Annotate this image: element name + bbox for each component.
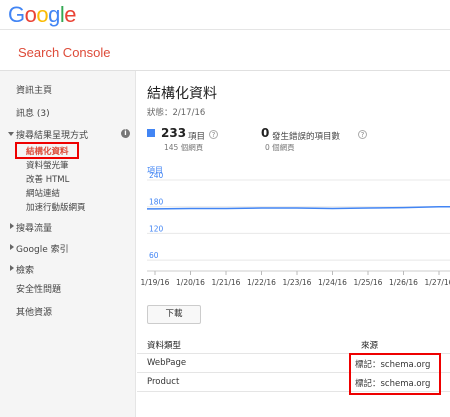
xtick-label: 1/19/16: [141, 278, 170, 287]
ytick-label: 60: [149, 251, 159, 260]
xtick-label: 1/21/16: [212, 278, 241, 287]
collapse-caret-icon[interactable]: [10, 265, 14, 271]
info-icon[interactable]: i: [121, 129, 130, 138]
sidebar-item-crawl[interactable]: 檢索: [16, 263, 34, 276]
help-icon[interactable]: ?: [209, 130, 218, 139]
xtick-label: 1/22/16: [247, 278, 276, 287]
items-count: 233: [161, 126, 187, 140]
sidebar-item-sitelinks[interactable]: 網站連結: [26, 187, 60, 199]
logo-letter: g: [48, 2, 60, 27]
logo-letter: o: [36, 2, 49, 27]
google-logo[interactable]: Google: [8, 2, 77, 28]
sidebar-item-google-index[interactable]: Google 索引: [16, 242, 69, 255]
top-bar: Google: [0, 0, 450, 30]
ytick-label: 240: [149, 171, 164, 180]
sidebar-item-html-improvements[interactable]: 改善 HTML: [26, 173, 69, 185]
sidebar-item-search-appearance[interactable]: 搜尋結果呈現方式: [16, 128, 88, 141]
xtick-label: 1/25/16: [354, 278, 383, 287]
xtick-label: 1/23/16: [283, 278, 312, 287]
items-line-chart: 60 120 180 240 1/19/16 1/20/16 1/21/16 1/22/16 1…: [141, 171, 450, 287]
error-pages: 0 個網頁: [265, 143, 295, 152]
ytick-label: 180: [149, 198, 164, 207]
page-title: 結構化資料: [147, 86, 217, 102]
collapse-caret-icon[interactable]: [10, 244, 14, 250]
sidebar-item-messages[interactable]: 訊息 (3): [16, 106, 50, 119]
series-color-swatch[interactable]: [147, 129, 155, 137]
sidebar-item-data-highlighter[interactable]: 資料螢光筆: [26, 159, 69, 171]
sidebar-item-security-issues[interactable]: 安全性問題: [16, 282, 61, 295]
column-header-source: 來源: [361, 341, 379, 351]
sidebar-item-dashboard[interactable]: 資訊主頁: [16, 83, 52, 96]
xtick-label: 1/24/16: [318, 278, 347, 287]
logo-letter: G: [8, 2, 25, 27]
table-row-type[interactable]: Product: [147, 377, 179, 387]
search-console-title[interactable]: Search Console: [18, 45, 111, 60]
highlight-box: [349, 353, 441, 395]
help-icon[interactable]: ?: [358, 130, 367, 139]
ytick-label: 120: [149, 224, 164, 233]
collapse-caret-icon[interactable]: [10, 223, 14, 229]
sidebar-item-other-resources[interactable]: 其他資源: [16, 305, 52, 318]
product-bar: Search Console: [0, 30, 450, 71]
table-row-type[interactable]: WebPage: [147, 358, 186, 368]
highlight-box: [15, 142, 79, 159]
main-content: 結構化資料 狀態：2/17/16 233 項目 ? 145 個網頁 0 發生錯誤…: [137, 71, 450, 417]
column-header-type: 資料類型: [147, 341, 182, 351]
items-pages: 145 個網頁: [164, 143, 204, 152]
sidebar-item-amp[interactable]: 加速行動版網頁: [26, 201, 86, 213]
xtick-label: 1/20/16: [176, 278, 205, 287]
sidebar-item-search-traffic[interactable]: 搜尋流量: [16, 221, 52, 234]
error-label: 發生錯誤的項目數: [272, 132, 341, 142]
status-date: 狀態：2/17/16: [147, 108, 206, 118]
xtick-label: 1/26/16: [389, 278, 418, 287]
logo-letter: e: [64, 2, 77, 27]
items-label: 項目: [188, 132, 206, 142]
download-button[interactable]: 下載: [147, 305, 201, 324]
error-count: 0: [261, 126, 270, 140]
logo-letter: o: [24, 2, 37, 27]
expand-caret-icon[interactable]: [8, 132, 14, 136]
sidebar-nav: 資訊主頁 訊息 (3) 搜尋結果呈現方式 結構化資料 資料螢光筆 改善 HTML…: [0, 71, 136, 417]
xtick-label: 1/27/16: [425, 278, 450, 287]
